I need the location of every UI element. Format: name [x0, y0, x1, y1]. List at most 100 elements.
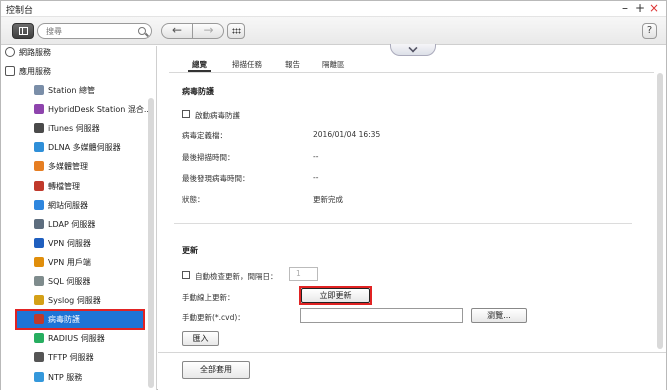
tab-quarantine[interactable]: 隔離區: [322, 59, 345, 70]
sidebar-item-radius[interactable]: RADIUS 伺服器: [1, 329, 147, 348]
definitions-value: 2016/01/04 16:35: [313, 130, 381, 139]
ldap-icon: [34, 218, 44, 229]
bottom-bar: 全部套用: [158, 352, 666, 390]
sidebar-category-applications[interactable]: 應用服務: [1, 62, 147, 81]
apply-all-button[interactable]: 全部套用: [182, 361, 250, 379]
sidebar-item-ldap[interactable]: LDAP 伺服器: [1, 215, 147, 234]
dlna-icon: [34, 142, 44, 153]
app-grid-button[interactable]: [227, 23, 245, 39]
forward-button[interactable]: →: [193, 24, 223, 38]
sidebar: 網路服務 應用服務 Station 總管 HybridDesk Station 混…: [1, 46, 157, 390]
section-divider: [174, 223, 632, 224]
sidebar-item-label: Station 總管: [48, 86, 95, 95]
window-title: 控制台: [6, 6, 34, 16]
antivirus-section-title: 病毒防護: [182, 87, 214, 96]
search-box: [37, 23, 152, 39]
vpn-client-icon: [34, 256, 44, 267]
antivirus-icon: [34, 314, 44, 325]
update-now-button[interactable]: 立即更新: [301, 288, 370, 303]
auto-update-checkbox[interactable]: [182, 271, 190, 279]
sidebar-toggle-icon: [19, 27, 28, 35]
sidebar-item-label: VPN 用戶端: [48, 257, 91, 267]
tab-reports[interactable]: 報告: [285, 59, 300, 70]
transcode-icon: [34, 180, 44, 191]
back-button[interactable]: ←: [162, 24, 193, 38]
minimize-button[interactable]: –: [622, 0, 628, 16]
sidebar-item-web-server[interactable]: 網站伺服器: [1, 196, 147, 215]
sidebar-item-vpn-client[interactable]: VPN 用戶端: [1, 253, 147, 272]
syslog-icon: [34, 295, 44, 306]
sidebar-item-sql[interactable]: SQL 伺服器: [1, 272, 147, 291]
nav-buttons: ← →: [161, 23, 224, 39]
sidebar-item-label: VPN 伺服器: [48, 238, 91, 248]
sidebar-item-tftp[interactable]: TFTP 伺服器: [1, 348, 147, 367]
status-value: 更新完成: [313, 195, 343, 204]
sidebar-item-ntp[interactable]: NTP 服務: [1, 368, 147, 387]
collapse-header-button[interactable]: [390, 43, 436, 56]
sidebar-item-label: LDAP 伺服器: [48, 219, 96, 229]
sidebar-item-label: 多媒體管理: [48, 162, 88, 172]
help-button[interactable]: ?: [642, 23, 657, 39]
sidebar-item-itunes[interactable]: iTunes 伺服器: [1, 119, 147, 138]
sidebar-item-station[interactable]: Station 總管: [1, 81, 147, 100]
sidebar-item-label: HybridDesk Station 混合...: [48, 105, 152, 115]
sidebar-item-label: 病毒防護: [48, 315, 80, 325]
apps-icon: [5, 66, 15, 76]
cvd-file-field[interactable]: [300, 308, 463, 323]
tab-divider: [169, 72, 654, 73]
manual-update-label: 手動更新(*.cvd)：: [182, 313, 245, 322]
sidebar-item-label: 網站伺服器: [48, 200, 88, 210]
tab-overview[interactable]: 總覽: [188, 59, 211, 72]
update-interval-input[interactable]: 1: [289, 267, 318, 281]
content-scrollbar[interactable]: [657, 73, 663, 349]
search-icon[interactable]: [138, 27, 146, 35]
sidebar-item-label: NTP 服務: [48, 372, 83, 382]
sidebar-category-label: 網路服務: [19, 48, 51, 57]
sidebar-item-antivirus[interactable]: 病毒防護: [15, 309, 145, 331]
grid-icon: [232, 28, 241, 34]
sidebar-category-label: 應用服務: [19, 67, 51, 76]
sidebar-toggle-button[interactable]: [12, 23, 34, 39]
sidebar-item-hybriddesk[interactable]: HybridDesk Station 混合...: [1, 100, 151, 119]
tab-bar: 總覽 掃描任務 報告 隔離區: [158, 57, 666, 72]
title-bar: 控制台 – + ×: [1, 1, 666, 17]
control-panel-window: 控制台 – + × ← → ? 網路服務 應用服務 Station 總管Hyb: [0, 0, 667, 390]
browse-button[interactable]: 瀏覽...: [471, 308, 527, 323]
sidebar-item-vpn-server[interactable]: VPN 伺服器: [1, 234, 147, 253]
chevron-down-icon: [408, 43, 418, 53]
last-scan-label: 最後掃描時間：: [182, 153, 235, 162]
sidebar-item-dlna[interactable]: DLNA 多媒體伺服器: [1, 138, 147, 157]
sidebar-item-label: DLNA 多媒體伺服器: [48, 143, 121, 153]
sidebar-category-network[interactable]: 網路服務: [1, 46, 147, 62]
sidebar-scrollbar[interactable]: [148, 98, 154, 388]
tftp-icon: [34, 352, 44, 363]
sidebar-item-syslog[interactable]: Syslog 伺服器: [1, 291, 147, 310]
main-panel: 總覽 掃描任務 報告 隔離區 病毒防護 啟動病毒防護 病毒定義檔： 2016/0…: [158, 43, 666, 390]
ntp-icon: [34, 371, 44, 382]
online-update-label: 手動線上更新：: [182, 293, 235, 302]
itunes-icon: [34, 123, 44, 134]
vpn-server-icon: [34, 237, 44, 248]
import-button[interactable]: 匯入: [182, 331, 219, 346]
sidebar-item-label: RADIUS 伺服器: [48, 334, 105, 344]
radius-icon: [34, 333, 44, 344]
sidebar-item-label: iTunes 伺服器: [48, 124, 100, 134]
toolbar: ← → ?: [1, 17, 666, 45]
hybriddesk-icon: [34, 104, 44, 115]
sql-icon: [34, 276, 44, 286]
search-input[interactable]: [46, 25, 134, 37]
last-scan-value: --: [313, 152, 319, 161]
sidebar-item-multimedia[interactable]: 多媒體管理: [1, 157, 147, 176]
auto-update-label: 自動檢查更新，間隔日：: [195, 272, 278, 281]
update-section-title: 更新: [182, 246, 198, 255]
station-icon: [34, 85, 44, 95]
web-server-icon: [34, 199, 44, 210]
status-label: 狀態：: [182, 195, 205, 204]
sidebar-item-transcode[interactable]: 轉檔管理: [1, 177, 147, 196]
sidebar-item-label: Syslog 伺服器: [48, 296, 101, 306]
enable-antivirus-checkbox[interactable]: [182, 110, 190, 118]
enable-antivirus-label: 啟動病毒防護: [195, 111, 240, 120]
close-button[interactable]: ×: [649, 0, 659, 16]
tab-scan-jobs[interactable]: 掃描任務: [232, 59, 262, 70]
maximize-button[interactable]: +: [635, 0, 645, 16]
